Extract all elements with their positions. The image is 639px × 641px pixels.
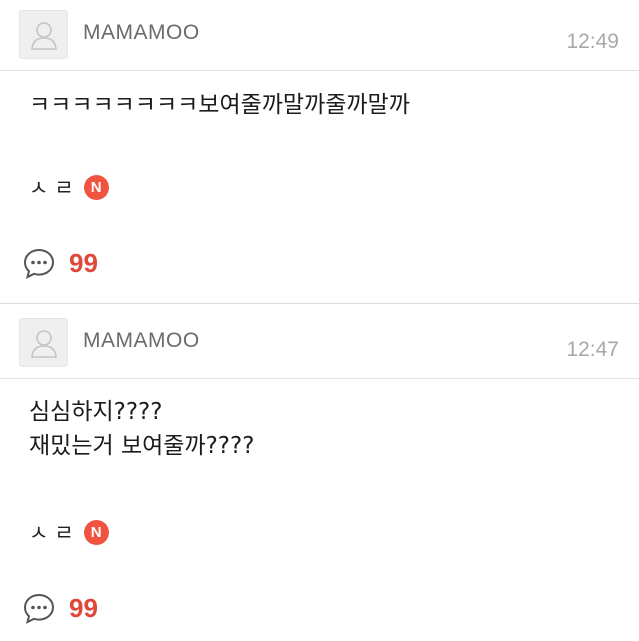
comment-count: 99 [69, 592, 98, 623]
speech-bubble-icon [23, 248, 55, 279]
default-profile-icon[interactable] [19, 318, 68, 367]
post-card[interactable]: MAMAMOO 12:49 ㅋㅋㅋㅋㅋㅋㅋㅋ보여줄까말까줄까말까 ㅅㄹ N 99 [0, 0, 639, 303]
signature-text: ㅅㄹ [29, 176, 80, 200]
speech-bubble-icon [23, 593, 55, 624]
author-name[interactable]: MAMAMOO [83, 21, 200, 45]
comment-button[interactable]: 99 [22, 591, 98, 625]
post-divider [0, 303, 639, 304]
signature-text: ㅅㄹ [29, 521, 80, 545]
post-time: 12:47 [566, 338, 619, 361]
default-profile-icon[interactable] [19, 10, 68, 59]
signature-row: ㅅㄹ N [29, 517, 109, 547]
signature-row: ㅅㄹ N [29, 172, 109, 202]
post-card[interactable]: MAMAMOO 12:47 심심하지???? 재밌는거 보여줄까???? ㅅㄹ … [0, 308, 639, 641]
new-badge: N [83, 174, 109, 200]
post-content: ㅋㅋㅋㅋㅋㅋㅋㅋ보여줄까말까줄까말까 [29, 92, 410, 118]
post-header: MAMAMOO 12:47 [0, 308, 639, 379]
comment-count: 99 [69, 247, 98, 278]
author-name[interactable]: MAMAMOO [83, 329, 200, 353]
post-feed: MAMAMOO 12:49 ㅋㅋㅋㅋㅋㅋㅋㅋ보여줄까말까줄까말까 ㅅㄹ N 99 [0, 0, 639, 641]
new-badge: N [83, 519, 109, 545]
comment-button[interactable]: 99 [22, 246, 98, 280]
post-header: MAMAMOO 12:49 [0, 0, 639, 71]
post-content: 심심하지???? 재밌는거 보여줄까???? [29, 399, 255, 459]
post-time: 12:49 [566, 30, 619, 53]
